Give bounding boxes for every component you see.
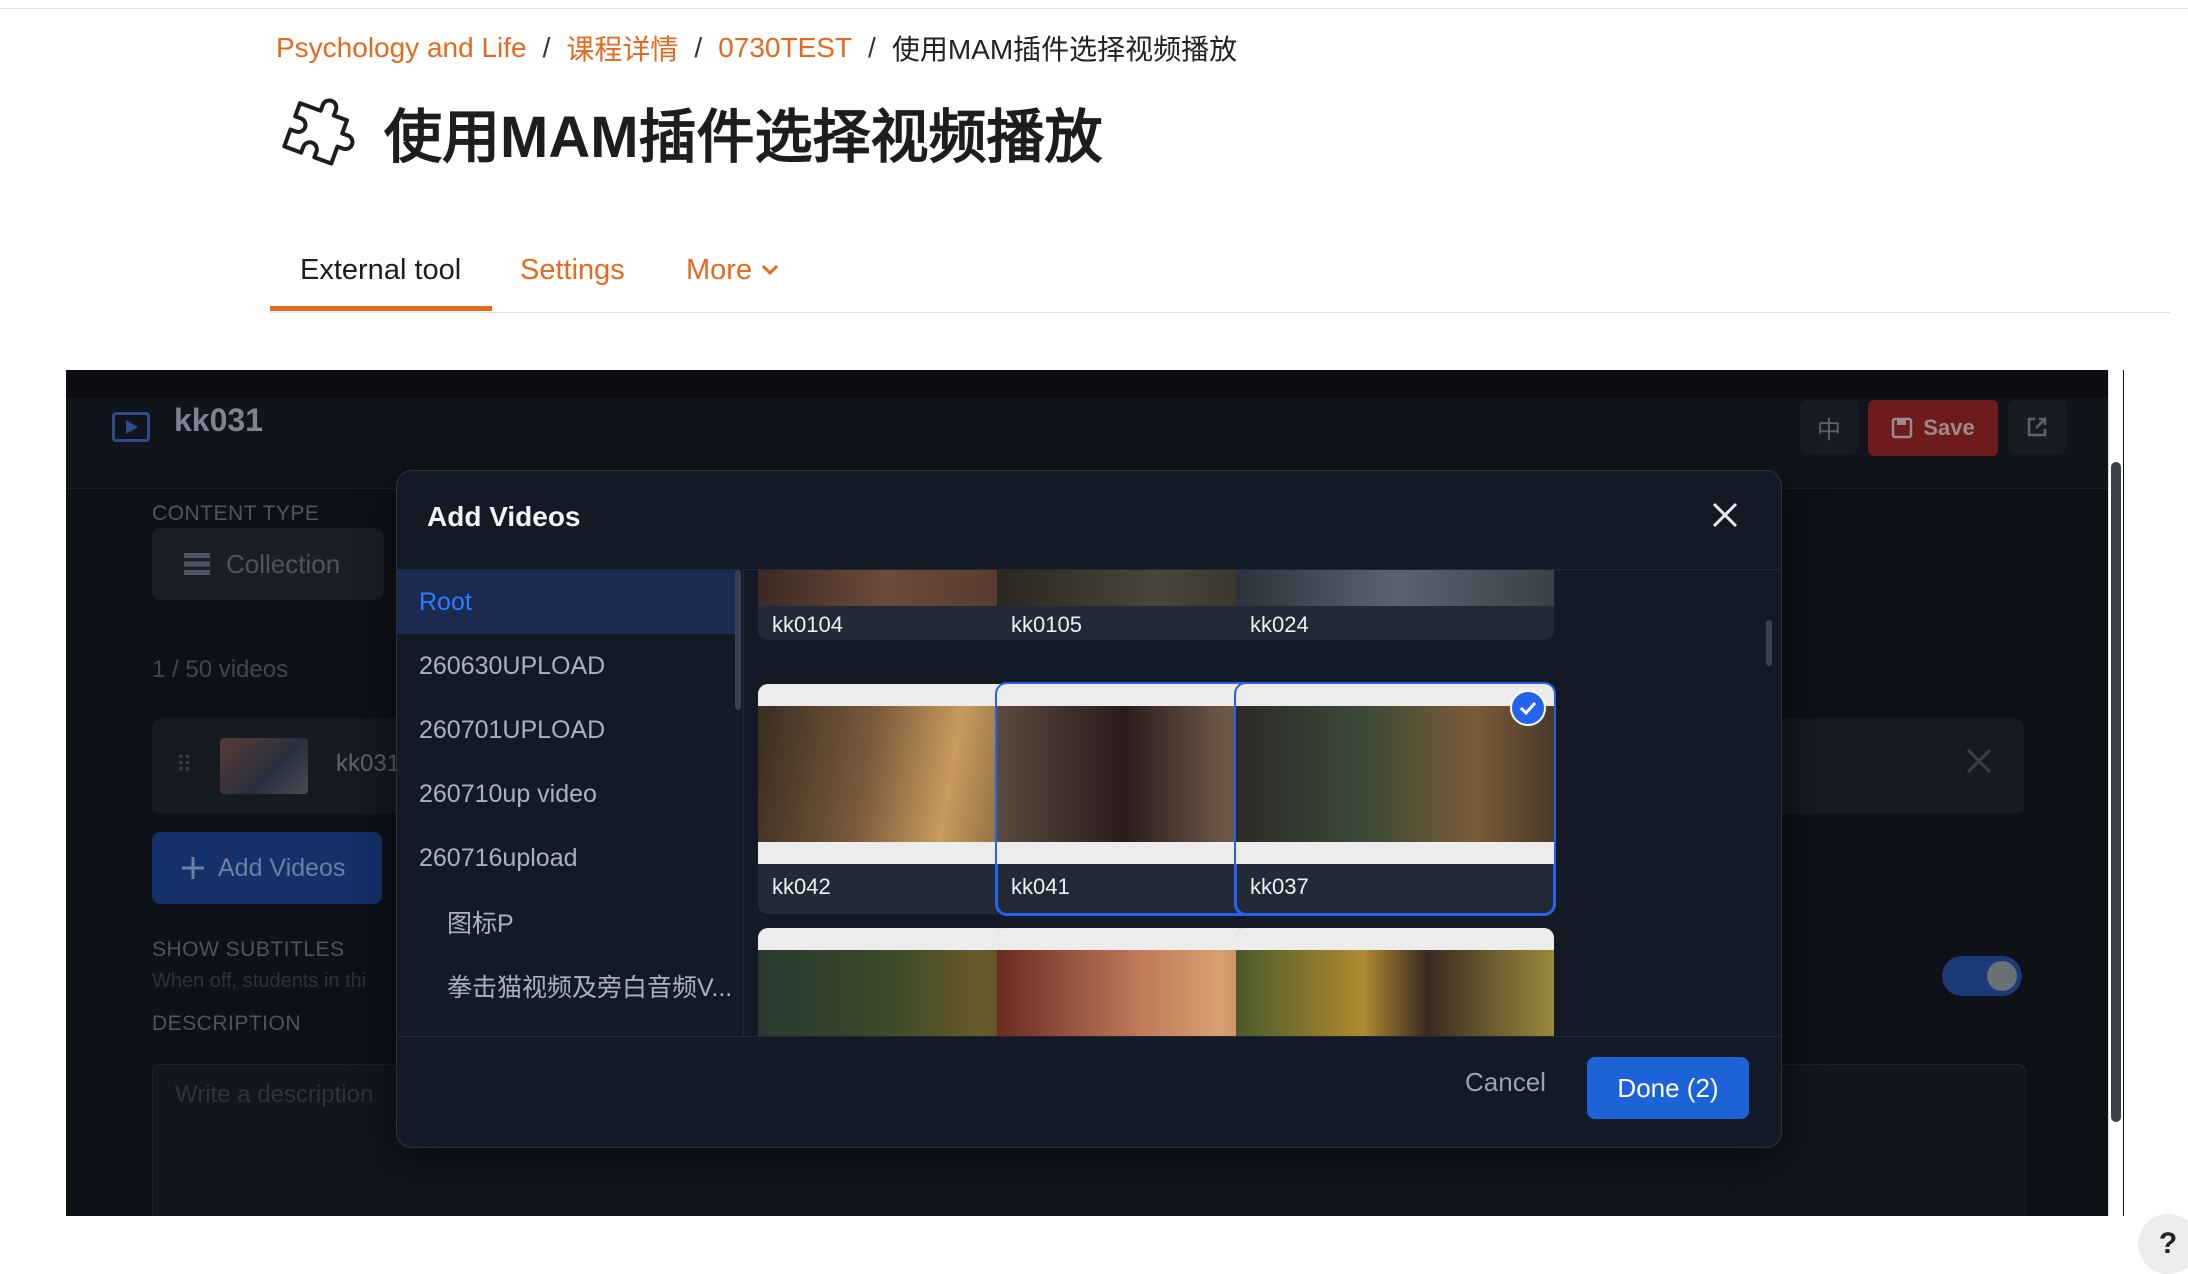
video-name: kk024: [1250, 612, 1309, 637]
video-thumbnail: [1236, 706, 1554, 842]
subtitles-toggle[interactable]: [1942, 956, 2022, 996]
video-card[interactable]: kk024: [1236, 570, 1554, 640]
tab-settings[interactable]: Settings: [520, 230, 625, 310]
add-videos-button[interactable]: Add Videos: [152, 832, 382, 904]
tab-more[interactable]: More: [686, 230, 780, 310]
video-thumbnail: [220, 738, 308, 794]
breadcrumb-course-link[interactable]: Psychology and Life: [276, 32, 527, 64]
list-icon: [184, 553, 210, 575]
breadcrumb-separator: /: [542, 32, 551, 63]
page-scrollbar[interactable]: [2111, 462, 2121, 1122]
breadcrumb: Psychology and Life / 课程详情 / 0730TEST / …: [276, 26, 1237, 70]
add-videos-modal: Add Videos Root 260630UPLOAD 260701UPLOA…: [396, 470, 1782, 1148]
video-name: kk041: [1011, 874, 1070, 899]
folder-list: Root 260630UPLOAD 260701UPLOAD 260710up …: [397, 570, 743, 1036]
breadcrumb-section-link[interactable]: 0730TEST: [718, 32, 852, 64]
breadcrumb-details-link[interactable]: 课程详情: [566, 28, 678, 68]
help-button[interactable]: ?: [2138, 1214, 2188, 1274]
tab-more-label: More: [686, 253, 753, 286]
checkmark-icon: [1510, 690, 1546, 726]
video-card-selected[interactable]: kk037: [1234, 682, 1556, 916]
breadcrumb-current: 使用MAM插件选择视频播放: [891, 34, 1238, 65]
external-link-icon: [2027, 417, 2047, 437]
tab-external-tool[interactable]: External tool: [300, 230, 461, 310]
remove-video-icon[interactable]: [1964, 746, 1994, 776]
save-button-label: Save: [1923, 415, 1975, 440]
video-thumbnail: [1236, 570, 1554, 606]
tool-title: kk031: [174, 402, 263, 438]
video-thumbnail-letterbox: [1236, 842, 1554, 864]
video-name: kk031: [336, 750, 401, 777]
folder-item[interactable]: 260710up video: [397, 762, 737, 826]
modal-footer: Cancel Done (2): [397, 1035, 1781, 1147]
drag-handle-icon[interactable]: ⠿: [176, 752, 192, 778]
close-icon[interactable]: [1707, 497, 1743, 533]
breadcrumb-separator: /: [868, 32, 876, 63]
plus-icon: [182, 857, 204, 879]
video-thumbnail-letterbox: [1236, 928, 1554, 950]
modal-body: Root 260630UPLOAD 260701UPLOAD 260710up …: [397, 569, 1781, 1037]
subfolder-item[interactable]: 图标P: [397, 890, 737, 954]
open-external-button[interactable]: [2008, 400, 2066, 454]
done-button[interactable]: Done (2): [1587, 1057, 1749, 1119]
floppy-disk-icon: [1892, 417, 1913, 439]
folder-item-root[interactable]: Root: [397, 570, 737, 634]
modal-title: Add Videos: [427, 501, 581, 532]
video-name: kk037: [1250, 874, 1309, 899]
top-divider: [0, 0, 2188, 9]
folder-item[interactable]: 260701UPLOAD: [397, 698, 737, 762]
collection-button[interactable]: Collection: [152, 528, 384, 600]
page-title: 使用MAM插件选择视频播放: [384, 105, 1103, 170]
breadcrumb-separator: /: [694, 32, 703, 63]
video-name: kk0105: [1011, 612, 1082, 637]
subtitles-hint: When off, students in thi: [152, 970, 367, 992]
tab-bar: External tool Settings More: [270, 230, 2170, 313]
save-button[interactable]: Save: [1868, 400, 1998, 456]
video-thumbnail: [1236, 950, 1554, 1036]
video-icon: [112, 412, 150, 442]
content-type-label: CONTENT TYPE: [152, 502, 320, 525]
video-name: kk0104: [772, 612, 843, 637]
cancel-button[interactable]: Cancel: [1465, 1067, 1546, 1098]
description-placeholder: Write a description: [175, 1081, 374, 1108]
show-subtitles-label: SHOW SUBTITLES: [152, 938, 345, 961]
video-grid: kk0104 kk0105 kk024 kk042 kk041 kk037: [743, 570, 1781, 1036]
folder-item[interactable]: 260630UPLOAD: [397, 634, 737, 698]
grid-scrollbar[interactable]: [1766, 620, 1772, 666]
puzzle-icon: [282, 98, 355, 166]
subfolder-item[interactable]: 拳击猫视频及旁白音频V...: [397, 954, 737, 1018]
description-label: DESCRIPTION: [152, 1012, 302, 1035]
add-videos-label: Add Videos: [218, 853, 346, 882]
collection-label: Collection: [226, 548, 341, 579]
video-thumbnail-letterbox: [1236, 684, 1554, 706]
video-count: 1 / 50 videos: [152, 656, 289, 683]
folder-scrollbar[interactable]: [735, 570, 741, 710]
video-card[interactable]: [1236, 928, 1554, 1036]
video-name: kk042: [772, 874, 831, 899]
chevron-down-icon: [762, 264, 779, 276]
language-toggle-button[interactable]: 中: [1800, 400, 1858, 454]
folder-item[interactable]: 260716upload: [397, 826, 737, 890]
